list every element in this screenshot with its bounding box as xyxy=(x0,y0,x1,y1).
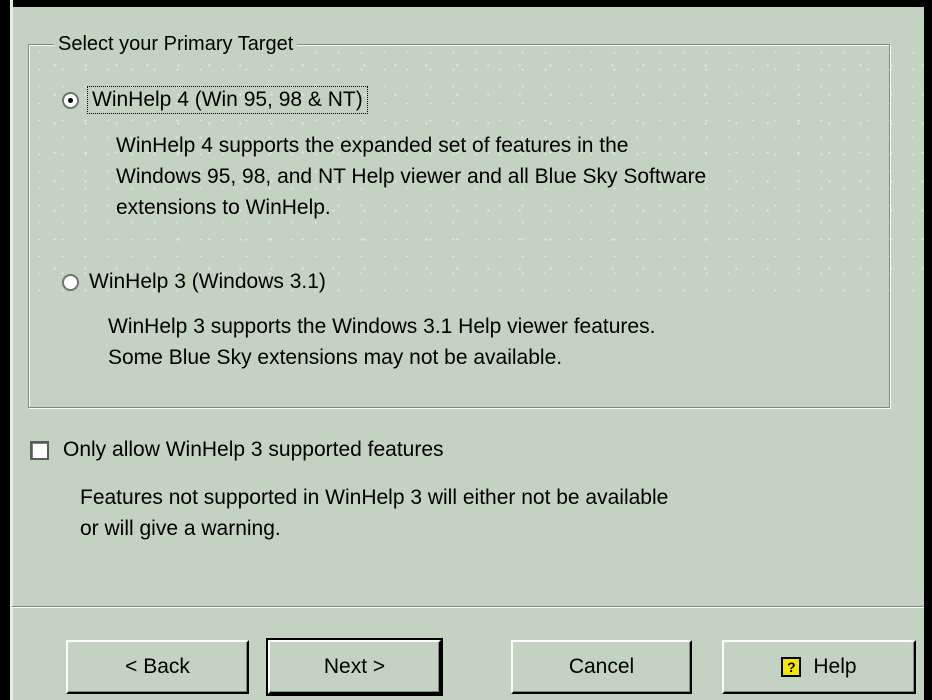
radio-winhelp4-indicator[interactable] xyxy=(62,91,79,109)
window-left-edge xyxy=(0,0,10,700)
winhelp3-description-line: WinHelp 3 supports the Windows 3.1 Help … xyxy=(108,315,656,338)
question-book-icon: ? xyxy=(781,657,802,677)
next-button[interactable]: Next > xyxy=(266,638,443,696)
next-button-label: Next > xyxy=(323,655,386,678)
cancel-button[interactable]: Cancel xyxy=(511,640,692,694)
help-button[interactable]: ? Help xyxy=(722,640,916,694)
window-right-edge xyxy=(924,0,932,700)
radio-winhelp3-indicator[interactable] xyxy=(62,273,79,291)
winhelp4-description-line: extensions to WinHelp. xyxy=(116,196,331,219)
cancel-button-label: Cancel xyxy=(568,655,635,678)
window-top-edge xyxy=(0,0,932,7)
winhelp3-description: WinHelp 3 supports the Windows 3.1 Help … xyxy=(108,311,655,373)
only-winhelp3-checkbox-row[interactable]: Only allow WinHelp 3 supported features xyxy=(30,438,444,462)
back-button[interactable]: < Back xyxy=(66,640,249,694)
winhelp4-description: WinHelp 4 supports the expanded set of f… xyxy=(116,130,706,223)
groupbox-title: Select your Primary Target xyxy=(54,33,298,56)
only-winhelp3-description: Features not supported in WinHelp 3 will… xyxy=(80,482,668,544)
winhelp4-description-line: WinHelp 4 supports the expanded set of f… xyxy=(116,134,629,157)
radio-winhelp4[interactable]: WinHelp 4 (Win 95, 98 & NT) xyxy=(62,86,368,114)
winhelp4-description-line: Windows 95, 98, and NT Help viewer and a… xyxy=(116,165,707,188)
back-button-label: < Back xyxy=(125,655,190,678)
radio-winhelp3[interactable]: WinHelp 3 (Windows 3.1) xyxy=(62,270,326,294)
winhelp3-description-line: Some Blue Sky extensions may not be avai… xyxy=(108,346,563,369)
radio-winhelp4-label: WinHelp 4 (Win 95, 98 & NT) xyxy=(87,86,368,114)
radio-winhelp3-label: WinHelp 3 (Windows 3.1) xyxy=(89,270,326,293)
only-winhelp3-checkbox[interactable] xyxy=(30,440,49,460)
only-winhelp3-label: Only allow WinHelp 3 supported features xyxy=(63,438,444,461)
button-separator xyxy=(12,606,924,608)
only-winhelp3-description-line: or will give a warning. xyxy=(80,517,281,540)
only-winhelp3-description-line: Features not supported in WinHelp 3 will… xyxy=(80,486,669,509)
help-button-label: Help xyxy=(813,655,857,678)
window-left-highlight xyxy=(10,0,13,700)
